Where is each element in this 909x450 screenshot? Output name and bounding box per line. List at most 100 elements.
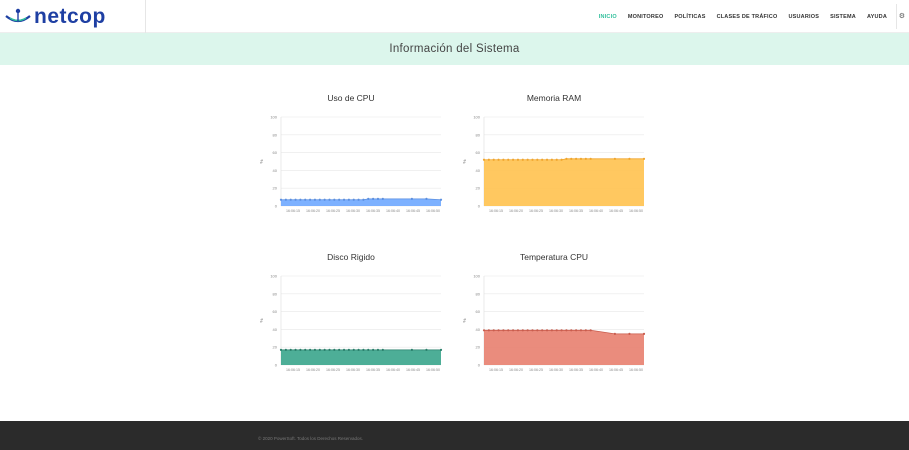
data-point: [304, 348, 307, 351]
data-point: [284, 198, 287, 201]
data-point: [565, 157, 568, 160]
page-banner: Información del Sistema: [0, 33, 909, 65]
x-tick-label: 16:06:30: [549, 368, 563, 372]
data-point: [555, 158, 558, 161]
y-tick-label: 60: [273, 309, 278, 314]
x-tick-label: 16:06:20: [509, 368, 523, 372]
x-tick-label: 16:06:50: [426, 368, 440, 372]
data-point: [511, 329, 515, 332]
data-point: [333, 348, 336, 351]
data-point: [294, 348, 297, 351]
data-point: [541, 329, 544, 332]
data-point: [555, 329, 558, 332]
data-point: [497, 329, 500, 332]
x-tick-label: 16:06:15: [489, 368, 503, 372]
data-point: [545, 329, 549, 332]
x-tick-label: 16:06:50: [629, 368, 643, 372]
data-point: [570, 157, 573, 160]
data-point: [318, 198, 321, 201]
x-tick-label: 16:06:45: [406, 209, 420, 213]
data-point: [342, 348, 346, 351]
y-tick-label: 60: [476, 150, 481, 155]
data-point: [279, 198, 283, 201]
data-point: [328, 348, 331, 351]
data-point: [497, 158, 500, 161]
data-point: [575, 157, 578, 160]
nav-item-políticas[interactable]: POLÍTICAS: [674, 14, 705, 20]
x-tick-label: 16:06:25: [529, 368, 543, 372]
data-point: [521, 329, 524, 332]
nav-item-monitoreo[interactable]: MONITOREO: [628, 14, 664, 20]
y-tick-label: 80: [476, 132, 481, 137]
x-tick-label: 16:06:15: [489, 209, 503, 213]
data-point: [376, 348, 380, 351]
x-tick-label: 16:06:25: [529, 209, 543, 213]
copyright-text: © 2020 PowerSoft. Todos los Derechos Res…: [258, 436, 364, 441]
data-point: [628, 332, 631, 335]
data-point: [342, 198, 346, 201]
y-tick-label: 0: [275, 204, 278, 209]
data-point: [589, 157, 592, 160]
nav-item-ayuda[interactable]: AYUDA: [867, 14, 887, 20]
data-point: [536, 158, 539, 161]
cpu-temperature-plot: 0 20 40 60 80 100% 16:06:15 16:06:20 16:06:25 16:…: [462, 274, 646, 372]
x-tick-label: 16:06:40: [589, 368, 603, 372]
disk-usage-plot: 0 20 40 60 80 100% 16:06:15 16:06:20 16:06:25 16:…: [259, 274, 443, 372]
data-point: [294, 198, 297, 201]
y-tick-label: 40: [476, 327, 481, 332]
x-tick-label: 16:06:35: [569, 209, 583, 213]
data-point: [550, 158, 553, 161]
nav-item-usuarios[interactable]: USUARIOS: [788, 14, 819, 20]
data-point: [545, 158, 549, 161]
data-point: [541, 158, 544, 161]
logo[interactable]: netcop: [0, 0, 146, 33]
satellite-dish-icon: [5, 8, 31, 22]
data-point: [410, 348, 414, 351]
data-point: [279, 348, 283, 351]
nav-item-clases-de-tráfico[interactable]: CLASES DE TRÁFICO: [717, 14, 778, 20]
x-tick-label: 16:06:20: [306, 209, 320, 213]
x-tick-label: 16:06:30: [346, 209, 360, 213]
data-point: [333, 198, 336, 201]
data-point: [425, 197, 428, 200]
y-tick-label: 100: [270, 274, 277, 279]
data-point: [560, 158, 563, 161]
data-point: [531, 329, 534, 332]
data-point: [328, 198, 331, 201]
y-axis-label: %: [259, 318, 264, 322]
data-point: [531, 158, 534, 161]
data-point: [425, 348, 428, 351]
data-point: [579, 157, 583, 160]
y-tick-label: 20: [273, 345, 278, 350]
data-point: [526, 158, 529, 161]
data-point: [313, 198, 317, 201]
y-tick-label: 60: [273, 150, 278, 155]
nav-item-sistema[interactable]: SISTEMA: [830, 14, 856, 20]
data-point: [536, 329, 539, 332]
data-point: [372, 348, 375, 351]
data-point: [511, 158, 515, 161]
nav-item-inicio[interactable]: INICIO: [599, 14, 617, 20]
y-tick-label: 100: [473, 274, 480, 279]
data-point: [492, 158, 495, 161]
data-point: [487, 158, 490, 161]
data-point: [289, 198, 292, 201]
data-point: [410, 197, 414, 200]
y-tick-label: 0: [275, 363, 278, 368]
cpu-usage-plot: 0 20 40 60 80 100% 16:06:15 16:06:20 16:06:25 16:…: [259, 115, 443, 213]
x-tick-label: 16:06:30: [549, 209, 563, 213]
gear-icon[interactable]: ⚙: [899, 12, 905, 20]
data-point: [362, 198, 365, 201]
data-point: [357, 198, 360, 201]
data-point: [575, 329, 578, 332]
y-tick-label: 40: [273, 168, 278, 173]
data-point: [323, 348, 326, 351]
x-tick-label: 16:06:50: [426, 209, 440, 213]
data-point: [347, 198, 350, 201]
data-point: [565, 329, 568, 332]
x-tick-label: 16:06:15: [286, 209, 300, 213]
page-title: Información del Sistema: [389, 43, 520, 55]
data-point: [642, 332, 646, 335]
y-axis-label: %: [462, 318, 467, 322]
data-point: [579, 329, 583, 332]
